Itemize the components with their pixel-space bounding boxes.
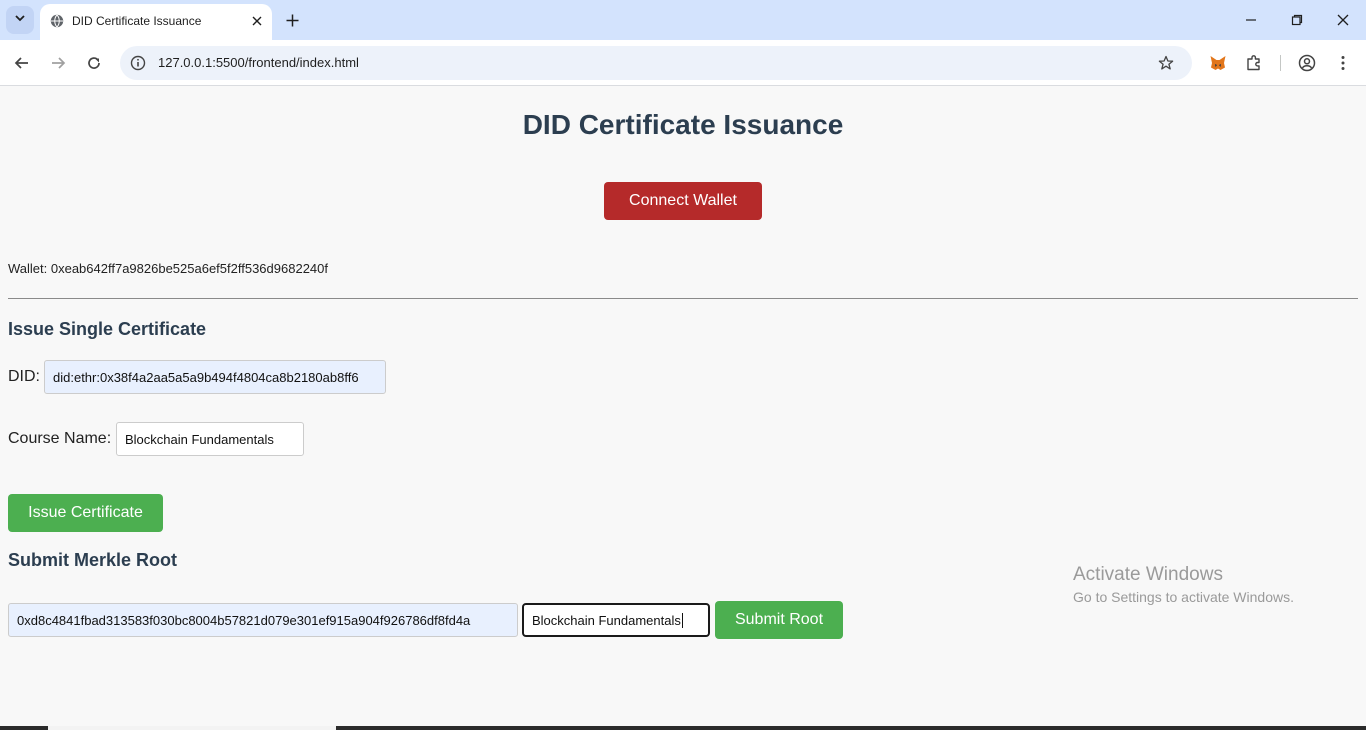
restore-button[interactable] [1285, 8, 1309, 32]
extensions-button[interactable] [1242, 51, 1266, 75]
merkle-root-heading: Submit Merkle Root [8, 550, 178, 570]
merkle-course-value: Blockchain Fundamentals [532, 612, 681, 628]
chevron-down-icon [14, 11, 26, 29]
back-button[interactable] [10, 51, 34, 75]
page-content: DID Certificate Issuance Connect Wallet … [0, 87, 1366, 730]
tab-search-button[interactable] [6, 6, 34, 34]
close-icon [1337, 14, 1349, 26]
plus-icon [286, 14, 298, 26]
star-icon[interactable] [1156, 53, 1176, 73]
taskbar-segment [48, 726, 336, 730]
submit-root-button[interactable]: Submit Root [715, 601, 843, 639]
taskbar-edge [0, 726, 1366, 730]
info-icon[interactable] [128, 53, 148, 73]
new-tab-button[interactable] [282, 10, 302, 30]
browser-tab[interactable]: DID Certificate Issuance [40, 4, 272, 40]
issue-certificate-button[interactable]: Issue Certificate [8, 494, 163, 532]
course-name-label: Course Name: [8, 430, 112, 447]
toolbar-separator [1280, 55, 1281, 71]
page-title: DID Certificate Issuance [522, 109, 844, 140]
metamask-extension-button[interactable] [1206, 51, 1230, 75]
puzzle-icon [1247, 55, 1260, 71]
arrow-left-icon [14, 57, 28, 69]
browser-menu-button[interactable] [1331, 51, 1355, 75]
did-input[interactable]: did:ethr:0x38f4a2aa5a5a9b494f4804ca8b218… [44, 360, 386, 394]
browser-toolbar: 127.0.0.1:5500/frontend/index.html [0, 40, 1366, 86]
address-bar[interactable]: 127.0.0.1:5500/frontend/index.html [120, 46, 1192, 80]
single-certificate-heading: Issue Single Certificate [8, 319, 207, 339]
minimize-button[interactable] [1239, 8, 1263, 32]
did-label: DID: [8, 368, 40, 385]
divider [8, 298, 1358, 299]
window-close-button[interactable] [1331, 8, 1355, 32]
tab-title: DID Certificate Issuance [72, 14, 202, 28]
url-text: 127.0.0.1:5500/frontend/index.html [158, 55, 359, 70]
merkle-course-input[interactable]: Blockchain Fundamentals [522, 603, 710, 637]
watermark-subtitle: Go to Settings to activate Windows. [1073, 589, 1294, 605]
tab-strip: DID Certificate Issuance [0, 0, 1366, 40]
minimize-icon [1246, 19, 1256, 21]
profile-icon [1298, 54, 1316, 72]
arrow-right-icon [52, 57, 66, 69]
reload-button[interactable] [82, 51, 106, 75]
connect-wallet-button[interactable]: Connect Wallet [604, 182, 762, 220]
fox-icon [1210, 56, 1226, 70]
forward-button[interactable] [46, 51, 70, 75]
windows-activation-watermark: Activate Windows Go to Settings to activ… [1073, 564, 1294, 605]
text-cursor [681, 612, 683, 628]
kebab-menu-icon [1341, 56, 1345, 70]
wallet-address: Wallet: 0xeab642ff7a9826be525a6ef5f2ff53… [8, 261, 328, 276]
course-name-input[interactable]: Blockchain Fundamentals [116, 422, 304, 456]
tab-close-button[interactable] [248, 12, 266, 30]
watermark-title: Activate Windows [1073, 564, 1223, 585]
restore-icon [1291, 14, 1303, 26]
profile-button[interactable] [1295, 51, 1319, 75]
merkle-root-input[interactable]: 0xd8c4841fbad313583f030bc8004b57821d079e… [8, 603, 518, 637]
globe-icon [50, 14, 64, 28]
close-icon [252, 16, 262, 26]
reload-icon [88, 57, 100, 69]
